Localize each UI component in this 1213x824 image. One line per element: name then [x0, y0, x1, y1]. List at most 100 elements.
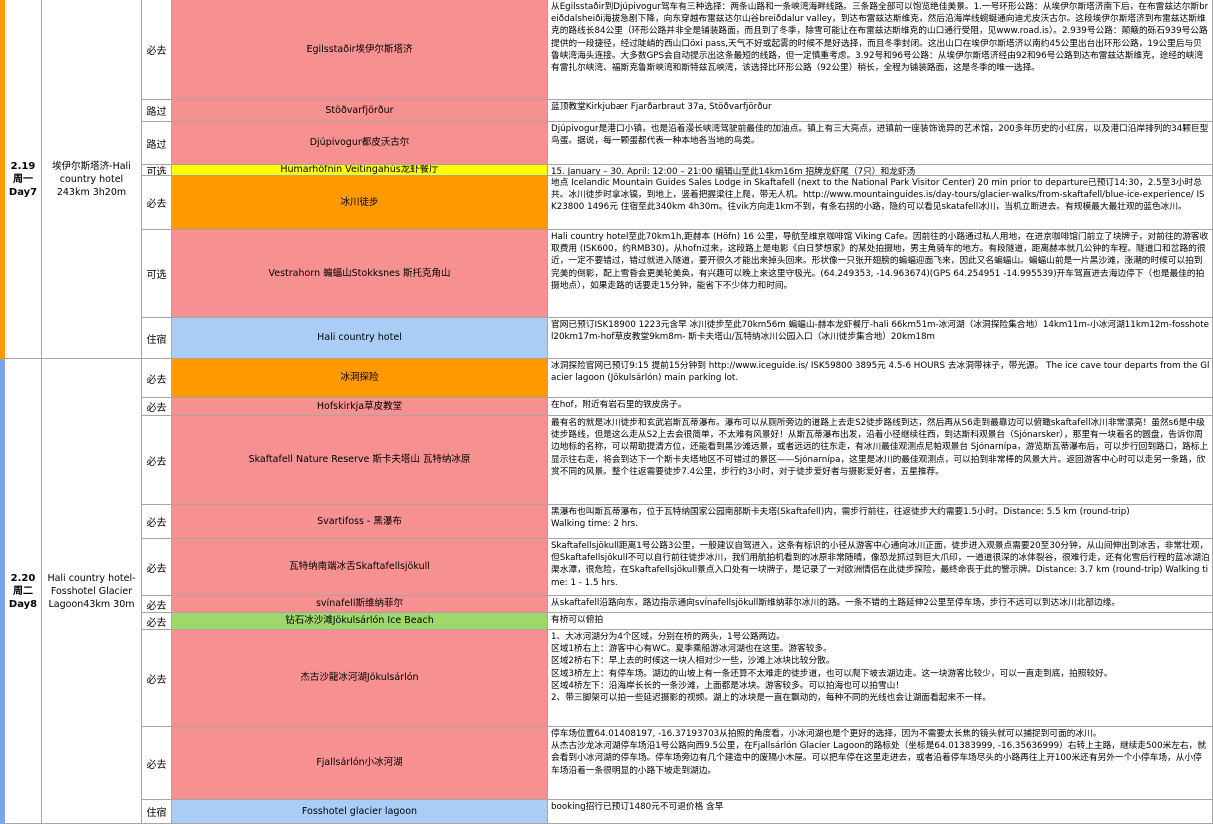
description-cell[interactable]: Skaftafellsjökull距离1号公路3公里，一般建议自驾进入，这条有标…	[548, 539, 1213, 596]
description-cell[interactable]: 在hof，附近有岩石里的铁皮房子。	[548, 398, 1213, 416]
route-cell[interactable]: 埃伊尔斯塔济-Hali country hotel 243km 3h20m	[42, 0, 142, 359]
route-text: Hali country hotel-Fosshotel Glacier Lag…	[47, 572, 136, 610]
place-name: Vestrahorn 蝙蝠山Stokksnes 斯托克角山	[268, 267, 451, 279]
tag-cell[interactable]: 必去	[142, 727, 172, 800]
tag-cell[interactable]: 必去	[142, 359, 172, 398]
day-label: 2.20 周二 Day8	[9, 572, 37, 611]
tag-cell[interactable]: 必去	[142, 596, 172, 613]
description-line: 官网已预订ISK18900 1223元含早 冰川徒步至此70km56m 蝙蝠山-…	[551, 320, 1209, 343]
description-cell[interactable]: 冰洞探险官网已预订9:15 提前15分钟到 http://www.iceguid…	[548, 359, 1213, 398]
tag-text: 住宿	[146, 808, 167, 819]
place-cell[interactable]: 冰川徒步	[172, 176, 548, 230]
place-cell[interactable]: Svartifoss - 黑瀑布	[172, 505, 548, 539]
place-name: 杰古沙龍冰河湖Jökulsárlón	[300, 672, 419, 683]
tag-cell[interactable]: 可选	[142, 165, 172, 176]
place-cell[interactable]: Egilsstaðir埃伊尔斯塔济	[172, 0, 548, 100]
description-line: 区域1桥右上：游客中心有WC。夏季乘船游冰河湖也在这里。游客较多。	[551, 644, 832, 655]
day-date: 2.19	[10, 160, 36, 172]
place-cell[interactable]: Humarhöfnin Veitingahús龙虾餐厅	[172, 165, 548, 176]
tag-text: 必去	[146, 456, 167, 468]
description-cell[interactable]: 地点 Icelandic Mountain Guides Sales Lodge…	[548, 176, 1213, 230]
tag-text: 必去	[146, 518, 167, 529]
description-line: 蓝顶教堂Kirkjubær Fjarðarbraut 37a, Stöðvarf…	[551, 102, 772, 112]
day-weekday: 周一	[13, 173, 33, 185]
place-cell[interactable]: 杰古沙龍冰河湖Jökulsárlón	[172, 630, 548, 727]
day-label: 2.19 周一 Day7	[9, 160, 37, 199]
tag-cell[interactable]: 必去	[142, 505, 172, 539]
description-cell[interactable]: 黑瀑布也叫斯瓦蒂瀑布，位于瓦特纳国家公园南部斯卡夫塔(Skaftafell)内，…	[548, 505, 1213, 539]
place-cell[interactable]: svínafell斯维纳菲尔	[172, 596, 548, 613]
description-cell[interactable]: 蓝顶教堂Kirkjubær Fjarðarbraut 37a, Stöðvarf…	[548, 100, 1213, 122]
description-cell[interactable]: 最有名的就是冰川徒步和玄武岩斯瓦蒂瀑布。瀑布可以从厕所旁边的道路上去走S2徒步路…	[548, 416, 1213, 505]
tag-text: 必去	[146, 759, 167, 771]
tag-text: 必去	[146, 46, 167, 57]
description-cell[interactable]: 从Egilsstaðir到Djúpivogur驾车有三种选择：两条山路和一条峡湾…	[548, 0, 1213, 100]
place-name: Hali country hotel	[317, 332, 402, 343]
description-cell[interactable]: 从skaftafell沿路向东，路边指示通向svínafellsjökull斯维…	[548, 596, 1213, 613]
day-cell[interactable]: 2.20 周二 Day8	[5, 359, 42, 824]
description-cell[interactable]: Djúpivogur是港口小镇，也是沿着漫长峡湾驾驶前最佳的加油点。镇上有三大亮…	[548, 122, 1213, 165]
description-line: Walking time: 2 hrs.	[551, 519, 638, 530]
description-line: Djúpivogur是港口小镇，也是沿着漫长峡湾驾驶前最佳的加油点。镇上有三大亮…	[551, 124, 1209, 147]
tag-cell[interactable]: 必去	[142, 630, 172, 727]
description-line: 从Egilsstaðir到Djúpivogur驾车有三种选择：两条山路和一条峡湾…	[551, 2, 1209, 74]
tag-text: 路过	[146, 107, 167, 118]
tag-cell[interactable]: 可选	[142, 230, 172, 318]
description-line: 有桥可以俯拍	[551, 615, 604, 625]
description-line: 1、大冰河湖分为4个区域，分别在桥的两头，1号公路两边。	[551, 632, 785, 642]
description-line: 15. January – 30. April: 12:00 – 21:00 编…	[551, 167, 916, 176]
tag-cell[interactable]: 必去	[142, 539, 172, 596]
place-cell[interactable]: Vestrahorn 蝙蝠山Stokksnes 斯托克角山	[172, 230, 548, 318]
description-cell[interactable]: 1、大冰河湖分为4个区域，分别在桥的两头，1号公路两边。区域1桥右上：游客中心有…	[548, 630, 1213, 727]
description-cell[interactable]: Hali country hotel至此70km1h,距赫本 (Höfn) 16…	[548, 230, 1213, 318]
place-cell[interactable]: Djúpivogur都皮沃古尔	[172, 122, 548, 165]
place-cell[interactable]: Fjallsárlón小冰河湖	[172, 727, 548, 800]
description-cell[interactable]: 有桥可以俯拍	[548, 613, 1213, 630]
description-line: 区域3桥左上：有停车场。湖边的山坡上有一条还算不太难走的徒步道，也可以爬下坡去湖…	[551, 668, 1113, 679]
place-cell[interactable]: 钻石冰沙滩Jökulsárlón Ice Beach	[172, 613, 548, 630]
tag-text: 必去	[146, 617, 167, 629]
description-cell[interactable]: booking招行已预订1480元不可退价格 含早	[548, 800, 1213, 824]
description-line: 2、带三脚架可以拍一些延迟摄影的视频。湖上的冰块是一直在飘动的，每种不同的光线也…	[551, 693, 991, 704]
description-line: 地点 Icelandic Mountain Guides Sales Lodge…	[551, 178, 1205, 213]
route-text: 埃伊尔斯塔济-Hali country hotel 243km 3h20m	[52, 160, 131, 198]
description-cell[interactable]: 官网已预订ISK18900 1223元含早 冰川徒步至此70km56m 蝙蝠山-…	[548, 318, 1213, 359]
tag-cell[interactable]: 住宿	[142, 800, 172, 824]
description-line: booking招行已预订1480元不可退价格 含早	[551, 802, 724, 812]
description-line: 区域4桥左下：沿海岸长长的一条沙滩，上面都是冰块。游客较多。可以拍海也可以拍雪山…	[551, 680, 905, 691]
place-name: Fosshotel glacier lagoon	[301, 805, 418, 817]
place-name: Svartifoss - 黑瀑布	[317, 515, 402, 527]
place-cell[interactable]: 冰洞探险	[172, 359, 548, 398]
place-name: Fjallsárlón小冰河湖	[316, 757, 403, 768]
description-line: 从skaftafell沿路向东，路边指示通向svínafellsjökull斯维…	[551, 598, 1121, 608]
tag-cell[interactable]: 住宿	[142, 318, 172, 359]
description-line: 黑瀑布也叫斯瓦蒂瀑布，位于瓦特纳国家公园南部斯卡夫塔(Skaftafell)内，…	[551, 507, 1130, 517]
place-name: Humarhöfnin Veitingahús龙虾餐厅	[280, 165, 439, 175]
tag-text: 必去	[146, 674, 167, 686]
place-name: 钻石冰沙滩Jökulsárlón Ice Beach	[285, 615, 434, 626]
tag-cell[interactable]: 必去	[142, 176, 172, 230]
place-cell[interactable]: Hofskirkja草皮教堂	[172, 398, 548, 416]
tag-cell[interactable]: 必去	[142, 398, 172, 416]
tag-text: 必去	[146, 600, 167, 612]
place-cell[interactable]: Hali country hotel	[172, 318, 548, 359]
tag-text: 路过	[146, 139, 167, 151]
route-cell[interactable]: Hali country hotel-Fosshotel Glacier Lag…	[42, 359, 142, 824]
place-cell[interactable]: Stöðvarfjörður	[172, 100, 548, 122]
description-cell[interactable]: 15. January – 30. April: 12:00 – 21:00 编…	[548, 165, 1213, 176]
tag-cell[interactable]: 必去	[142, 416, 172, 505]
tag-cell[interactable]: 必去	[142, 0, 172, 100]
tag-text: 必去	[146, 563, 167, 575]
tag-cell[interactable]: 路过	[142, 122, 172, 165]
place-name: Skaftafell Nature Reserve 斯卡夫塔山 瓦特纳冰原	[248, 454, 471, 465]
tag-text: 住宿	[146, 334, 167, 346]
place-cell[interactable]: 瓦特纳南端冰舌Skaftafellsjökull	[172, 539, 548, 596]
place-cell[interactable]: Fosshotel glacier lagoon	[172, 800, 548, 824]
day-date: 2.20	[10, 572, 36, 584]
day-cell[interactable]: 2.19 周一 Day7	[5, 0, 42, 359]
tag-cell[interactable]: 路过	[142, 100, 172, 122]
description-line: 在hof，附近有岩石里的铁皮房子。	[551, 400, 687, 410]
place-cell[interactable]: Skaftafell Nature Reserve 斯卡夫塔山 瓦特纳冰原	[172, 416, 548, 505]
description-cell[interactable]: 停车场位置64.01408197, -16.37193703从拍照的角度看，小冰…	[548, 727, 1213, 800]
tag-cell[interactable]: 必去	[142, 613, 172, 630]
